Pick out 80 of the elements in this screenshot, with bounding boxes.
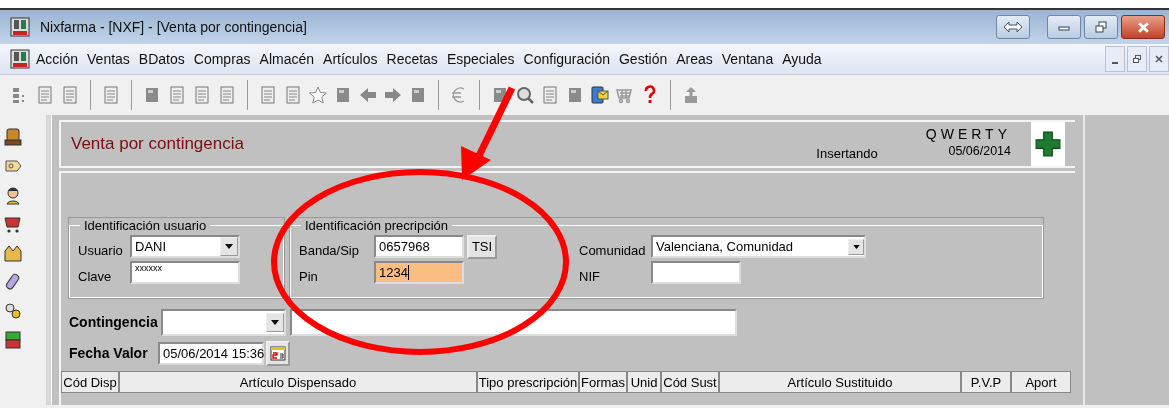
column-header[interactable]: Cód Sust	[661, 371, 719, 393]
form-title: Venta por contingencia	[71, 134, 244, 154]
menu-item[interactable]: Configuración	[523, 51, 610, 67]
menu-item[interactable]: Almacén	[259, 51, 315, 67]
field-label: Clave	[78, 268, 113, 284]
usuario-dropdown[interactable]: DANI	[130, 235, 240, 258]
calendar-button[interactable]	[266, 340, 290, 366]
column-header[interactable]: P.V.P	[961, 371, 1011, 393]
menu-item[interactable]: Ventana	[721, 51, 774, 67]
nif-field[interactable]	[651, 261, 741, 284]
cart-icon[interactable]	[3, 214, 23, 234]
field-label: Usuario	[78, 242, 124, 258]
menu-item[interactable]: Acción	[36, 51, 79, 67]
column-header[interactable]: Unid	[627, 371, 661, 393]
date-field[interactable]: 05/06/2014 15:36	[158, 341, 264, 365]
column-header[interactable]: Artículo Sustituido	[719, 371, 961, 393]
column-header[interactable]: Formas	[579, 371, 627, 393]
double-arrow-icon	[1003, 21, 1023, 33]
dock-button[interactable]	[996, 15, 1030, 39]
pin-field[interactable]: 1234	[374, 261, 464, 284]
minimize-icon	[1112, 62, 1118, 64]
field-label: Fecha Valor	[69, 345, 149, 361]
tsi-button[interactable]: TSI	[467, 234, 497, 259]
password-field[interactable]: xxxxxx	[130, 261, 240, 284]
box-icon[interactable]	[3, 243, 23, 263]
description-field[interactable]	[290, 308, 737, 336]
dropdown-arrow-button[interactable]	[220, 237, 238, 256]
mail-icon[interactable]	[590, 85, 610, 105]
field-label: Pin	[299, 268, 319, 284]
caret-icon	[225, 244, 233, 249]
field-label: NIF	[579, 268, 601, 284]
status-text: Insertando	[816, 146, 878, 161]
close-icon	[1154, 54, 1164, 64]
close-icon	[1136, 20, 1150, 34]
cash-register-icon[interactable]	[3, 127, 23, 147]
app-icon	[10, 49, 30, 69]
field-label: Banda/Sip	[299, 242, 360, 258]
menu-item[interactable]: Artículos	[323, 51, 378, 67]
minimize-button[interactable]	[1047, 15, 1081, 39]
person-icon[interactable]	[3, 185, 23, 205]
restore-button[interactable]	[1084, 15, 1118, 39]
column-header[interactable]: Tipo prescripción	[477, 371, 579, 393]
comunidad-dropdown[interactable]: Valenciana, Comunidad	[651, 235, 866, 258]
dropdown-arrow-button[interactable]	[266, 312, 284, 332]
menu-item[interactable]: BDatos	[138, 51, 185, 67]
right-arrow-icon[interactable]	[383, 85, 403, 105]
menu-item[interactable]: Recetas	[386, 51, 438, 67]
group-title: Identificación usuario	[83, 218, 208, 233]
column-header[interactable]: Aport	[1011, 371, 1071, 393]
field-label: Comunidad	[579, 242, 647, 258]
caret-icon	[271, 319, 279, 325]
calendar-icon	[270, 345, 286, 361]
menu-item[interactable]: Ayuda	[782, 51, 822, 67]
restore-button[interactable]	[1127, 46, 1147, 72]
menu-item[interactable]: Especiales	[446, 51, 515, 67]
user-code: QWERTY	[925, 126, 1011, 142]
column-header[interactable]: Cód Disp	[61, 371, 119, 393]
restore-icon	[1095, 21, 1107, 33]
column-header[interactable]: Artículo Dispensado	[119, 371, 477, 393]
caret-icon	[852, 244, 860, 249]
menu-item[interactable]: Ventas	[87, 51, 130, 67]
left-arrow-icon[interactable]	[358, 85, 378, 105]
menu-item[interactable]: Gestión	[618, 51, 668, 67]
dropdown-arrow-button[interactable]	[848, 238, 864, 255]
star-icon[interactable]	[308, 85, 328, 105]
minimize-button[interactable]	[1105, 46, 1125, 72]
window-title: Nixfarma - [NXF] - [Venta por contingencia]	[40, 19, 307, 35]
restore-icon	[1132, 54, 1142, 64]
search-icon[interactable]	[515, 85, 535, 105]
banda-sip-field[interactable]: 0657968	[374, 235, 464, 258]
close-button[interactable]	[1121, 15, 1165, 39]
app-icon	[10, 17, 30, 37]
field-label: Contingencia	[69, 314, 159, 330]
menu-item[interactable]: Compras	[193, 51, 251, 67]
menu-item[interactable]: Areas	[676, 51, 713, 67]
cross-icon	[1035, 130, 1061, 158]
close-button[interactable]	[1149, 46, 1169, 72]
document-icon[interactable]	[35, 85, 55, 105]
group-title: Identificación precripción	[304, 218, 450, 233]
date-text: 05/06/2014	[948, 144, 1011, 158]
